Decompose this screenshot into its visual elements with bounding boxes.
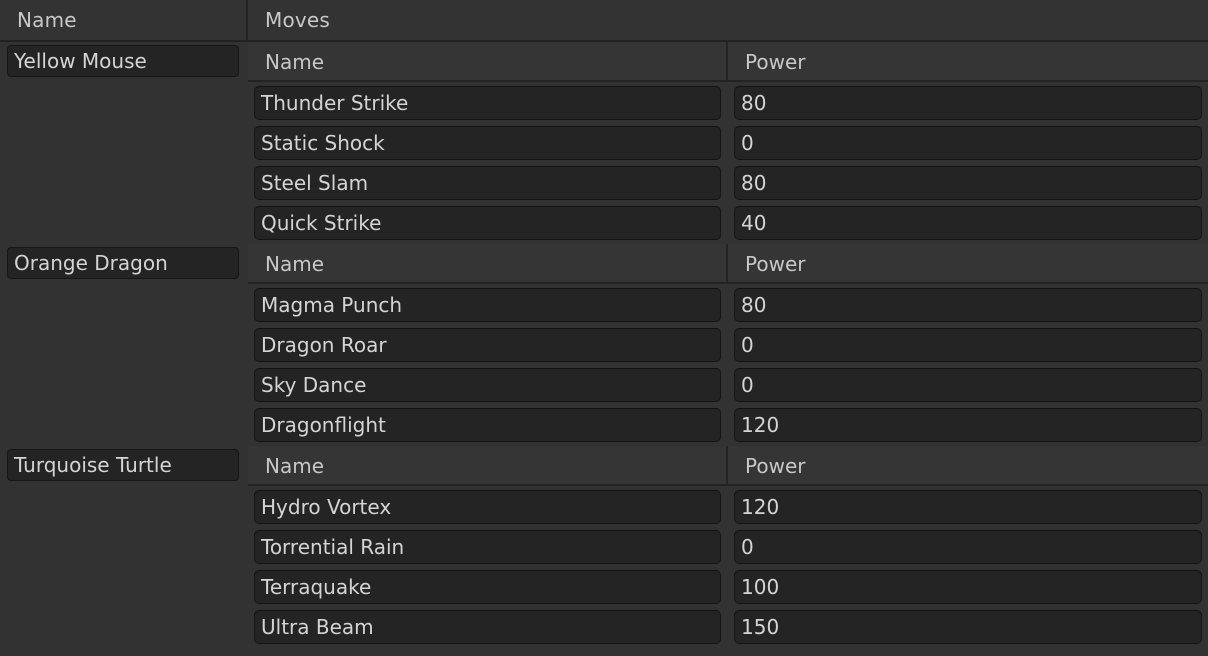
move-name-field[interactable]: Static Shock xyxy=(254,126,721,160)
moves-subheader: Name Power xyxy=(248,446,1208,486)
move-name-field[interactable]: Dragonflight xyxy=(254,408,721,442)
move-name-field[interactable]: Steel Slam xyxy=(254,166,721,200)
move-power-field[interactable]: 120 xyxy=(734,408,1202,442)
creature-name-field[interactable]: Turquoise Turtle xyxy=(7,449,239,481)
creature-row: Yellow Mouse Name Power Thunder Strike 8… xyxy=(0,42,1208,244)
move-name-field[interactable]: Thunder Strike xyxy=(254,86,721,120)
move-power-field[interactable]: 100 xyxy=(734,570,1202,604)
moves-column-header-name[interactable]: Name xyxy=(248,244,728,282)
move-power-field[interactable]: 80 xyxy=(734,86,1202,120)
creature-row: Turquoise Turtle Name Power Hydro Vortex… xyxy=(0,446,1208,648)
move-power-field[interactable]: 40 xyxy=(734,206,1202,240)
table-header: Name Moves xyxy=(0,0,1208,42)
column-header-moves[interactable]: Moves xyxy=(248,0,1208,40)
moves-subheader: Name Power xyxy=(248,42,1208,82)
move-name-field[interactable]: Magma Punch xyxy=(254,288,721,322)
move-name-field[interactable]: Torrential Rain xyxy=(254,530,721,564)
column-header-moves-label: Moves xyxy=(265,8,331,32)
moves-column-header-name-label: Name xyxy=(265,252,325,276)
moves-column-header-power-label[interactable]: Power xyxy=(745,454,805,478)
column-header-name-label: Name xyxy=(17,8,77,32)
moves-subheader: Name Power xyxy=(248,244,1208,284)
move-power-field[interactable]: 80 xyxy=(734,166,1202,200)
move-power-field[interactable]: 0 xyxy=(734,328,1202,362)
move-name-field[interactable]: Sky Dance xyxy=(254,368,721,402)
creature-name-field[interactable]: Yellow Mouse xyxy=(7,45,239,77)
move-name-field[interactable]: Ultra Beam xyxy=(254,610,721,644)
moves-column-header-power-label[interactable]: Power xyxy=(745,50,805,74)
move-name-field[interactable]: Terraquake xyxy=(254,570,721,604)
creature-name-field[interactable]: Orange Dragon xyxy=(7,247,239,279)
move-name-field[interactable]: Hydro Vortex xyxy=(254,490,721,524)
move-name-field[interactable]: Quick Strike xyxy=(254,206,721,240)
moves-column-header-name[interactable]: Name xyxy=(248,446,728,484)
move-power-field[interactable]: 0 xyxy=(734,126,1202,160)
moves-column-header-power-label[interactable]: Power xyxy=(745,252,805,276)
moves-column-header-name[interactable]: Name xyxy=(248,42,728,80)
move-name-field[interactable]: Dragon Roar xyxy=(254,328,721,362)
moves-column-header-name-label: Name xyxy=(265,454,325,478)
creature-row: Orange Dragon Name Power Magma Punch 80 … xyxy=(0,244,1208,446)
moves-column-header-name-label: Name xyxy=(265,50,325,74)
move-power-field[interactable]: 0 xyxy=(734,368,1202,402)
move-power-field[interactable]: 80 xyxy=(734,288,1202,322)
move-power-field[interactable]: 0 xyxy=(734,530,1202,564)
column-header-name[interactable]: Name xyxy=(0,0,248,40)
move-power-field[interactable]: 150 xyxy=(734,610,1202,644)
move-power-field[interactable]: 120 xyxy=(734,490,1202,524)
